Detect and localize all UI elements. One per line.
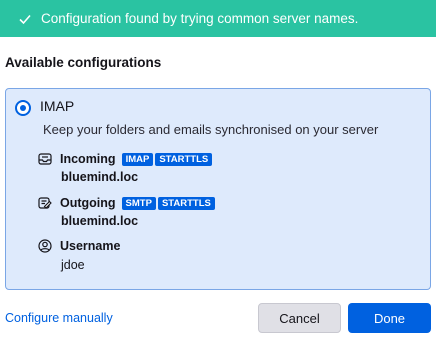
radio-button[interactable] [15, 100, 31, 116]
username-value: jdoe [61, 258, 85, 272]
username-label: Username [60, 239, 121, 253]
inbox-icon [38, 153, 52, 165]
banner-text: Configuration found by trying common ser… [41, 11, 359, 26]
success-banner: Configuration found by trying common ser… [0, 0, 436, 37]
incoming-host: bluemind.loc [61, 170, 139, 184]
checkmark-icon [19, 14, 31, 24]
configure-manually-link[interactable]: Configure manually [5, 311, 113, 325]
user-icon [38, 239, 52, 253]
section-title: Available configurations [5, 55, 162, 70]
username-row: Username jdoe [38, 238, 124, 272]
incoming-server: Incoming IMAP STARTTLS bluemind.loc [38, 151, 213, 184]
outgoing-security-badge: STARTTLS [157, 196, 215, 210]
imap-config-option[interactable]: IMAP Keep your folders and emails synchr… [5, 88, 431, 290]
protocol-description: Keep your folders and emails synchronise… [43, 122, 379, 137]
outgoing-host: bluemind.loc [61, 214, 139, 228]
cancel-button[interactable]: Cancel [258, 303, 341, 333]
incoming-label: Incoming [60, 152, 116, 166]
outgoing-label: Outgoing [60, 196, 116, 210]
done-button[interactable]: Done [348, 303, 431, 333]
outbox-icon [38, 197, 52, 209]
incoming-protocol-badge: IMAP [121, 152, 154, 166]
outgoing-protocol-badge: SMTP [121, 196, 156, 210]
incoming-security-badge: STARTTLS [155, 152, 213, 166]
protocol-name: IMAP [40, 98, 75, 114]
outgoing-server: Outgoing SMTP STARTTLS bluemind.loc [38, 195, 215, 228]
